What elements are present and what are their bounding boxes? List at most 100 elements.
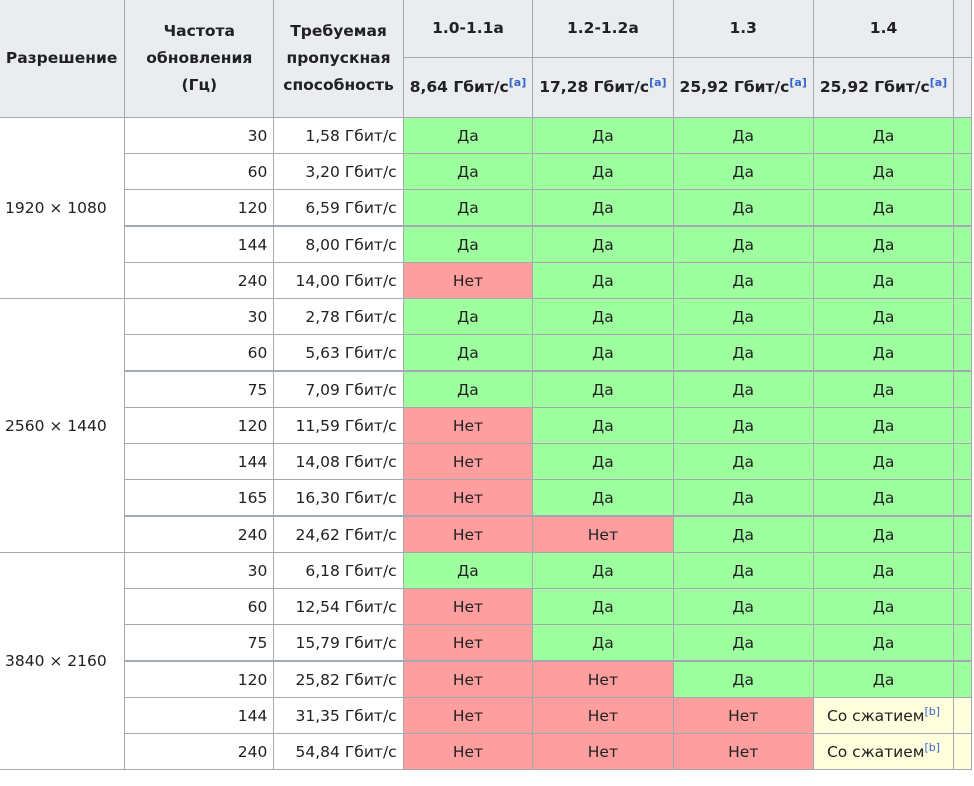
support-text: Нет — [452, 271, 484, 290]
support-text: Нет — [452, 488, 484, 507]
support-cell: Да — [672, 153, 814, 190]
support-cell: Да — [532, 298, 674, 335]
support-cell-partial — [953, 733, 972, 770]
table-row: 120 11,59 Гбит/с Нет Да Да Да — [0, 407, 972, 444]
support-text: Да — [592, 633, 614, 652]
page: Разрешение Частота обновления (Гц) Требу… — [0, 0, 974, 786]
support-text: Да — [457, 343, 479, 362]
support-text: Да — [457, 235, 479, 254]
support-text: Да — [592, 416, 614, 435]
refresh-cell: 60 — [124, 153, 275, 190]
header-rate-1: 8,64 Гбит/с[a] — [402, 57, 534, 118]
support-text: Со сжатием — [826, 742, 925, 761]
refresh-cell: 120 — [124, 407, 275, 444]
refresh-cell: 120 — [124, 660, 275, 698]
support-text: Да — [457, 307, 479, 326]
support-cell: Нет — [402, 624, 534, 662]
support-cell: Нет — [402, 262, 534, 299]
support-text: Да — [872, 670, 895, 689]
support-text: Да — [872, 235, 895, 254]
support-cell: Да — [402, 189, 534, 227]
footnote-link[interactable]: [a] — [789, 76, 806, 89]
bandwidth-cell: 5,63 Гбит/с — [273, 334, 404, 372]
support-text: Да — [732, 488, 754, 507]
support-cell: Да — [812, 552, 955, 589]
support-cell: Да — [812, 298, 955, 335]
footnote-link[interactable]: [a] — [509, 76, 526, 89]
header-version-2: 1.2-1.2a — [532, 0, 674, 58]
support-cell: Да — [402, 225, 534, 263]
support-cell: Да — [672, 552, 814, 589]
table-row: 120 25,82 Гбит/с Нет Нет Да Да — [0, 660, 972, 698]
support-cell: Да — [532, 407, 674, 444]
support-cell: Да — [812, 334, 955, 372]
support-text: Да — [872, 597, 895, 616]
support-text: Да — [457, 561, 479, 580]
support-cell: Нет — [402, 697, 534, 734]
table-row: 1920 × 1080 30 1,58 Гбит/с Да Да Да Да — [0, 117, 972, 299]
bandwidth-cell: 6,59 Гбит/с — [273, 189, 404, 227]
header-version-3: 1.3 — [672, 0, 814, 58]
support-cell: Да — [402, 153, 534, 190]
bandwidth-cell: 15,79 Гбит/с — [273, 624, 404, 662]
header-version-1: 1.0-1.1a — [402, 0, 534, 58]
header-rate-4: 25,92 Гбит/с[a] — [812, 57, 955, 118]
support-text: Да — [732, 525, 754, 544]
bandwidth-cell: 8,00 Гбит/с — [273, 225, 404, 263]
bandwidth-cell: 14,08 Гбит/с — [273, 443, 404, 480]
footnote-link[interactable]: [b] — [925, 704, 941, 717]
support-cell: Нет — [402, 407, 534, 444]
support-cell: Да — [672, 479, 814, 517]
support-cell-partial — [953, 660, 972, 698]
support-text: Да — [592, 235, 614, 254]
bandwidth-cell: 6,18 Гбит/с — [273, 552, 404, 589]
table-row: 2560 × 1440 30 2,78 Гбит/с Да Да Да Да — [0, 298, 972, 553]
support-cell: Нет — [402, 479, 534, 517]
refresh-cell: 144 — [124, 443, 275, 480]
support-text: Со сжатием — [826, 706, 925, 725]
support-cell-partial — [953, 588, 972, 625]
displayport-support-table: Разрешение Частота обновления (Гц) Требу… — [0, 0, 972, 770]
support-cell: Да — [672, 298, 814, 335]
refresh-cell: 30 — [124, 117, 275, 154]
support-text: Нет — [728, 742, 759, 761]
resolution-cell: 1920 × 1080 — [0, 117, 126, 299]
support-cell: Нет — [672, 697, 814, 734]
support-cell: Да — [812, 515, 955, 553]
support-text: Нет — [452, 670, 484, 689]
table-row: 3840 × 2160 30 6,18 Гбит/с Да Да Да Да — [0, 552, 972, 770]
support-cell: Да — [402, 552, 534, 589]
support-text: Нет — [452, 706, 484, 725]
support-text: Да — [872, 561, 895, 580]
support-cell: Да — [402, 298, 534, 335]
support-cell: Да — [672, 117, 814, 154]
footnote-link[interactable]: [b] — [925, 740, 941, 753]
support-cell: Да — [532, 262, 674, 299]
support-text: Да — [457, 162, 479, 181]
support-text: Нет — [587, 525, 618, 544]
support-text: Да — [872, 271, 895, 290]
support-text: Да — [732, 162, 754, 181]
support-cell: Да — [402, 370, 534, 408]
support-cell-partial — [953, 334, 972, 372]
support-cell: Да — [812, 370, 955, 408]
support-text: Да — [872, 126, 895, 145]
rate-text: 17,28 Гбит/с — [539, 78, 650, 96]
table-row: 144 14,08 Гбит/с Нет Да Да Да — [0, 443, 972, 480]
bandwidth-cell: 2,78 Гбит/с — [273, 298, 404, 335]
support-cell-partial — [953, 552, 972, 589]
support-text: Да — [872, 343, 895, 362]
bandwidth-cell: 11,59 Гбит/с — [273, 407, 404, 444]
support-cell: Да — [812, 443, 955, 480]
footnote-link[interactable]: [a] — [930, 76, 947, 89]
support-cell-partial — [953, 298, 972, 335]
bandwidth-cell: 54,84 Гбит/с — [273, 733, 404, 770]
support-text: Да — [732, 597, 754, 616]
support-text: Нет — [452, 525, 484, 544]
table-row: 240 24,62 Гбит/с Нет Нет Да Да — [0, 515, 972, 553]
footnote-link[interactable]: [a] — [649, 76, 666, 89]
support-text: Нет — [587, 742, 618, 761]
support-cell-partial — [953, 479, 972, 517]
table-row: 120 6,59 Гбит/с Да Да Да Да — [0, 189, 972, 227]
refresh-cell: 240 — [124, 733, 275, 770]
